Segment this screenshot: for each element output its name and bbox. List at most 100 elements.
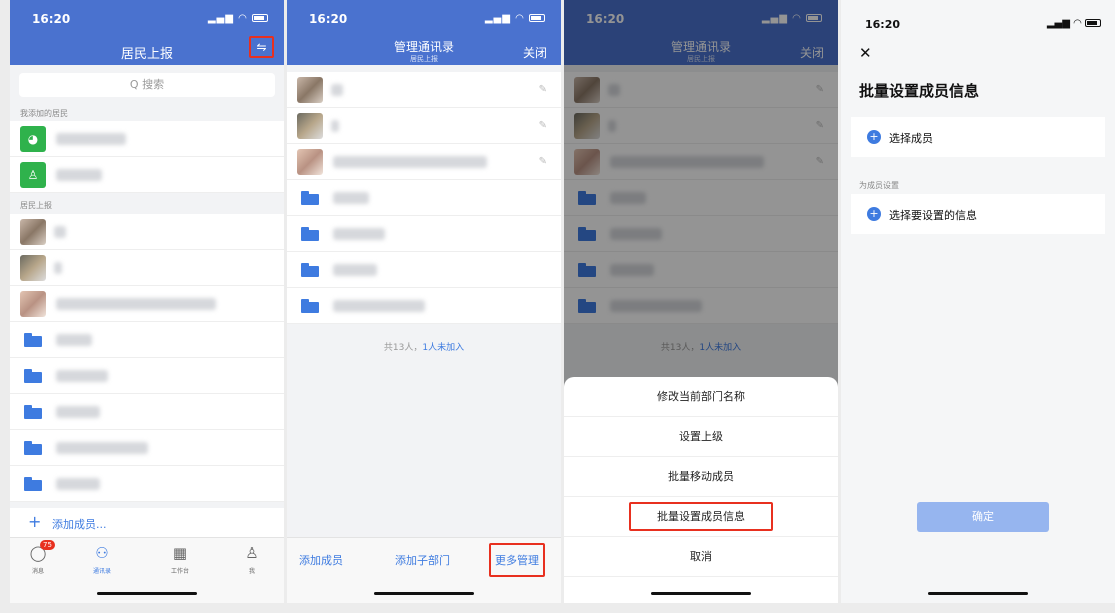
- status-icons: ▂▄▆ ◠: [485, 13, 545, 24]
- list-item[interactable]: [10, 394, 284, 430]
- tab-label: 通讯录: [92, 568, 111, 575]
- list-item[interactable]: [287, 180, 561, 216]
- list-item[interactable]: [287, 288, 561, 324]
- more-manage-button[interactable]: 更多管理: [489, 543, 545, 577]
- avatar: [297, 77, 323, 103]
- list-item[interactable]: [10, 250, 284, 286]
- batch-move-option[interactable]: 批量移动成员: [564, 457, 838, 497]
- select-info-label: 选择要设置的信息: [889, 209, 977, 222]
- tab-workbench[interactable]: ▦ 工作台: [160, 544, 200, 575]
- add-member-label: 添加成员...: [52, 518, 107, 531]
- edit-icon[interactable]: ✎: [539, 84, 547, 95]
- folder-icon: [301, 263, 319, 277]
- tab-messages[interactable]: ◯ 75 消息: [18, 540, 58, 575]
- status-time: 16:20: [309, 12, 348, 26]
- avatar: [297, 149, 323, 175]
- phone-screen-contacts: 16:20 ▂▄▆ ◠ 居民上报 ⇋ Q 搜索 我添加的居民 ◕ ♙ 居民上报 …: [10, 0, 284, 603]
- list-item[interactable]: ✎: [287, 108, 561, 144]
- folder-icon: [24, 405, 42, 419]
- set-parent-option[interactable]: 设置上级: [564, 417, 838, 457]
- action-bar: 添加成员 添加子部门 更多管理: [287, 537, 561, 603]
- section-added-residents: 我添加的居民: [20, 109, 68, 118]
- unread-badge: 75: [40, 540, 55, 550]
- search-input[interactable]: Q 搜索: [19, 73, 275, 97]
- list-item[interactable]: [10, 286, 284, 322]
- status-time: 16:20: [865, 18, 901, 31]
- plus-circle-icon: +: [867, 130, 881, 144]
- not-joined-link[interactable]: 1人未加入: [422, 343, 464, 353]
- page-subtitle: 居民上报: [410, 55, 438, 63]
- sliders-icon[interactable]: ⇋: [249, 36, 274, 58]
- home-indicator: [374, 592, 474, 595]
- cancel-button[interactable]: 取消: [564, 537, 838, 577]
- section-label: 为成员设置: [859, 181, 899, 190]
- page-title: 批量设置成员信息: [859, 82, 980, 100]
- list-item[interactable]: ✎: [287, 72, 561, 108]
- tab-me[interactable]: ♙ 我: [232, 544, 272, 575]
- add-member-button[interactable]: + 添加成员...: [10, 508, 284, 538]
- list-item[interactable]: ♙: [10, 157, 284, 193]
- batch-set-info-option[interactable]: 批量设置成员信息: [564, 497, 838, 537]
- status-bar: 16:20 ▂▄▆ ◠: [287, 12, 561, 28]
- home-indicator: [651, 592, 751, 595]
- select-member-button[interactable]: + 选择成员: [851, 117, 1105, 157]
- tab-bar: ◯ 75 消息 ⚇ 通讯录 ▦ 工作台 ♙ 我: [10, 537, 284, 603]
- header: 16:20 ▂▄▆ ◠ 居民上报 ⇋: [10, 0, 284, 65]
- tab-label: 工作台: [170, 568, 189, 575]
- add-subdept-button[interactable]: 添加子部门: [395, 552, 450, 568]
- list-item[interactable]: [287, 252, 561, 288]
- avatar: [297, 113, 323, 139]
- option-label: 批量移动成员: [668, 470, 734, 483]
- home-indicator: [928, 592, 1028, 595]
- tab-label: 我: [248, 568, 255, 575]
- edit-icon[interactable]: ✎: [539, 156, 547, 167]
- select-info-button[interactable]: + 选择要设置的信息: [851, 194, 1105, 234]
- confirm-button[interactable]: 确定: [917, 502, 1049, 532]
- action-sheet: 修改当前部门名称 设置上级 批量移动成员 批量设置成员信息 取消: [564, 377, 838, 603]
- person-add-icon: ♙: [20, 162, 46, 188]
- battery-icon: [1085, 19, 1101, 27]
- option-label: 批量设置成员信息: [629, 502, 773, 531]
- list-item[interactable]: ◕: [10, 121, 284, 157]
- folder-icon: [24, 477, 42, 491]
- close-button[interactable]: 关闭: [523, 44, 547, 61]
- list-item[interactable]: [10, 214, 284, 250]
- phone-screen-manage-contacts: 16:20 ▂▄▆ ◠ 管理通讯录 居民上报 关闭 ✎ ✎ ✎ 共13人，1人未…: [287, 0, 561, 603]
- option-label: 设置上级: [679, 430, 723, 443]
- grid-icon: ▦: [172, 544, 188, 562]
- rename-department-option[interactable]: 修改当前部门名称: [564, 377, 838, 417]
- header: 16:20 ▂▄▆ ◠ 管理通讯录 居民上报 关闭: [287, 0, 561, 65]
- status-icons: ▂▄▆ ◠: [208, 13, 268, 24]
- list-item[interactable]: [10, 358, 284, 394]
- status-icons: ▂▄▆ ◠: [1047, 18, 1101, 29]
- battery-icon: [252, 14, 268, 22]
- plus-icon: +: [28, 512, 42, 531]
- page-title: 居民上报: [120, 47, 173, 62]
- phone-screen-batch-set-info: 16:20 ▂▄▆ ◠ ✕ 批量设置成员信息 + 选择成员 为成员设置 + 选择…: [841, 0, 1115, 603]
- list-item[interactable]: [10, 322, 284, 358]
- folder-icon: [24, 441, 42, 455]
- close-icon[interactable]: ✕: [859, 44, 872, 62]
- list-item[interactable]: [10, 430, 284, 466]
- list-item[interactable]: [10, 466, 284, 502]
- folder-icon: [301, 299, 319, 313]
- list-item[interactable]: [287, 216, 561, 252]
- battery-icon: [529, 14, 545, 22]
- option-label: 取消: [690, 550, 712, 563]
- edit-icon[interactable]: ✎: [539, 120, 547, 131]
- folder-icon: [24, 333, 42, 347]
- avatar: [20, 255, 46, 281]
- wechat-icon: ◕: [20, 126, 46, 152]
- member-count-note: 共13人，1人未加入: [287, 340, 561, 353]
- phone-screen-more-manage-sheet: 16:20 ▂▄▆ ◠ 管理通讯录 居民上报 关闭 ✎ ✎ ✎ 共13人，1人未…: [564, 0, 838, 603]
- status-bar: 16:20 ▂▄▆ ◠: [10, 12, 284, 28]
- folder-icon: [301, 227, 319, 241]
- person-icon: ♙: [245, 544, 259, 562]
- home-indicator: [97, 592, 197, 595]
- list-item[interactable]: ✎: [287, 144, 561, 180]
- avatar: [20, 291, 46, 317]
- status-time: 16:20: [32, 12, 71, 26]
- add-member-button[interactable]: 添加成员: [299, 552, 343, 568]
- member-count: 共13人，: [383, 343, 423, 353]
- tab-contacts[interactable]: ⚇ 通讯录: [82, 544, 122, 575]
